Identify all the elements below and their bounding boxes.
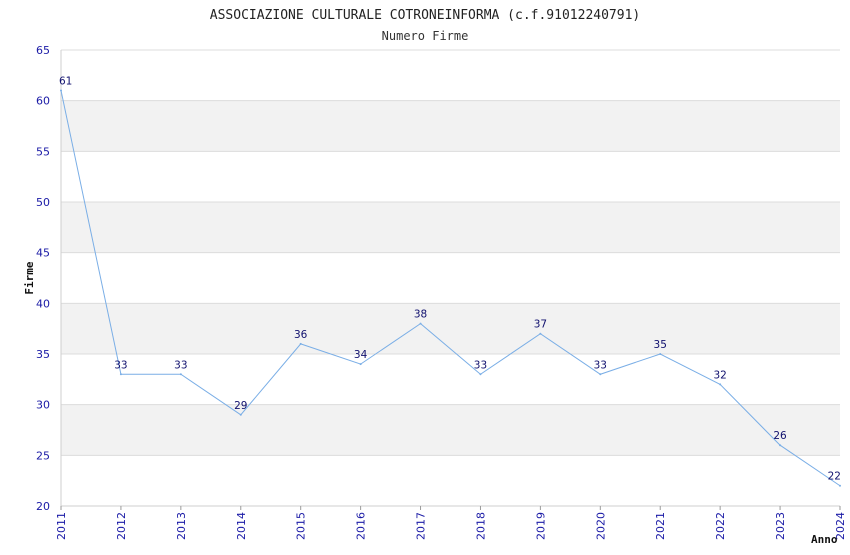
band-35-40 [61,303,840,354]
x-tick-label-2012: 2012 [115,512,128,540]
data-label-2011: 61 [59,76,72,88]
data-label-2013: 33 [174,359,187,371]
chart-subtitle: Numero Firme [382,29,469,43]
chart-container: 20 25 30 35 40 45 50 55 60 65 2011 2012 2013 2014 201… [0,0,850,550]
x-tick-label-2011: 2011 [55,512,68,540]
data-point-2022 [719,383,722,386]
x-tick-label-2019: 2019 [534,512,547,540]
data-label-2015: 36 [294,329,308,341]
data-point-2012 [119,373,122,376]
data-label-2019: 37 [534,319,547,331]
y-tick-label-20: 20 [36,500,50,513]
y-tick-label-65: 65 [36,44,50,57]
x-tick-label-2016: 2016 [355,512,368,540]
x-tick-label-2013: 2013 [175,512,188,540]
data-point-2014 [239,413,242,416]
y-tick-label-35: 35 [36,348,50,361]
y-tick-label-60: 60 [36,95,50,108]
band-55-60 [61,100,840,152]
data-point-2019 [539,332,542,335]
data-point-2017 [419,322,422,325]
band-25-30 [61,404,840,456]
x-tick-label-2020: 2020 [594,512,607,540]
y-tick-label-30: 30 [36,399,50,412]
data-point-2024 [839,484,841,487]
data-point-2011 [60,89,62,92]
data-point-2021 [659,353,662,355]
line-chart: 20253035404550556065 2011 2012 2013 2014 201… [23,8,847,546]
data-label-2012: 33 [114,359,127,371]
data-point-2015 [299,342,302,345]
data-label-2020: 33 [594,359,607,371]
data-point-2020 [599,373,602,376]
x-tick-labels: 2011 2012 2013 2014 2015 2016 2017 2018 2019 2020… [55,512,847,540]
data-label-2023: 26 [773,430,787,442]
x-tick-label-2021: 2021 [654,512,667,540]
chart-title: ASSOCIAZIONE CULTURALE COTRONEINFORMA (c… [210,8,640,23]
data-point-2013 [179,373,182,376]
data-label-2024: 22 [828,471,841,483]
x-tick-label-2022: 2022 [714,512,727,540]
y-axis-title: Firme [23,261,36,294]
x-tick-label-2017: 2017 [415,512,428,540]
band-45-50 [61,202,840,253]
y-tick-label-40: 40 [36,297,50,310]
data-label-2016: 34 [354,349,368,361]
data-label-2014: 29 [234,400,247,412]
y-tick-label-45: 45 [36,247,50,260]
data-label-2022: 32 [713,369,726,381]
x-tick-label-2023: 2023 [774,512,787,540]
background-bands [61,100,840,456]
data-point-2018 [479,373,482,376]
data-point-2016 [359,363,362,366]
data-label-2018: 33 [474,359,487,371]
y-tick-labels: 20 25 30 35 40 45 50 55 60 65 [36,44,50,513]
y-tick-label-50: 50 [36,196,50,209]
x-tick-label-2018: 2018 [474,512,487,540]
data-label-2017: 38 [414,309,427,321]
y-tick-label-25: 25 [36,449,50,462]
data-label-2021: 35 [654,339,667,351]
x-tick-label-2014: 2014 [235,512,248,540]
y-tick-label-55: 55 [36,145,50,158]
x-tick-label-2015: 2015 [295,512,308,540]
data-point-2023 [779,444,782,447]
x-axis-title: Anno [811,533,838,546]
